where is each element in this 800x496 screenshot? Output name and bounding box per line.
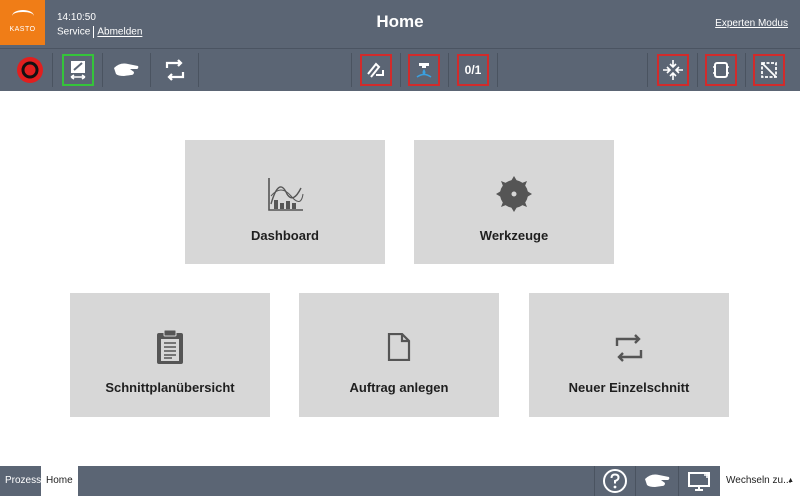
coolant-button[interactable]: [408, 54, 440, 86]
switch-to-dropdown[interactable]: Wechseln zu... ▲: [720, 466, 800, 496]
repeat-icon: [615, 334, 643, 362]
dashboard-chart-icon: [268, 178, 304, 211]
cycle-button[interactable]: [159, 54, 191, 86]
saw-feed-button[interactable]: [360, 54, 392, 86]
stop-icon: [17, 57, 43, 83]
caret-up-icon: ▲: [787, 477, 794, 484]
hand-mode-footer-button[interactable]: [635, 466, 678, 496]
counter-reset-button[interactable]: 0/1: [457, 54, 489, 86]
toolbar-divider: [647, 53, 648, 87]
cycle-icon: [165, 59, 185, 81]
help-icon: [603, 469, 627, 493]
tile-label: Neuer Einzelschnitt: [568, 380, 690, 395]
toolbar-divider: [198, 53, 199, 87]
material-button[interactable]: [705, 54, 737, 86]
counter-reset-icon: 0/1: [464, 63, 482, 77]
page-title: Home: [376, 12, 424, 31]
saw-feed-icon: [367, 62, 384, 78]
tile-label: Schnittplanübersicht: [105, 380, 235, 395]
footer-bar: Prozess Home Wechseln zu... ▲: [0, 466, 800, 496]
tile-neuer-einzelschnitt[interactable]: Neuer Einzelschnitt: [529, 293, 729, 417]
tile-label: Auftrag anlegen: [349, 380, 449, 395]
toolbar: 0/1: [0, 48, 800, 91]
hand-mode-icon: [114, 63, 139, 76]
switch-to-label: Wechseln zu...: [726, 475, 792, 486]
stop-button[interactable]: [14, 54, 46, 86]
clamp-center-icon: [663, 60, 683, 80]
help-button[interactable]: [594, 466, 635, 496]
toolbar-divider: [497, 53, 498, 87]
toolbar-divider: [150, 53, 151, 87]
toolbar-divider: [400, 53, 401, 87]
document-icon: [387, 333, 411, 361]
saw-blade-icon: [496, 176, 532, 212]
expert-mode-link[interactable]: Experten Modus: [715, 18, 788, 29]
header-bar: KASTO 14:10:50 Service Abmelden Home Expe…: [0, 0, 800, 48]
material-icon: [713, 62, 729, 78]
cut-corner-button[interactable]: [753, 54, 785, 86]
hand-mode-button[interactable]: [110, 54, 142, 86]
coolant-icon: [416, 63, 432, 78]
machine-transfer-icon: [70, 61, 86, 80]
monitor-add-icon: [688, 472, 710, 491]
toolbar-divider: [351, 53, 352, 87]
toolbar-divider: [697, 53, 698, 87]
footer-tab-prozess[interactable]: Prozess: [0, 466, 46, 496]
tile-werkzeuge[interactable]: Werkzeuge: [414, 140, 614, 264]
tile-schnittplanuebersicht[interactable]: Schnittplanübersicht: [70, 293, 270, 417]
toolbar-divider: [745, 53, 746, 87]
toolbar-divider: [448, 53, 449, 87]
toolbar-divider: [52, 53, 53, 87]
tile-label: Dashboard: [251, 228, 319, 243]
hand-mode-icon: [645, 474, 670, 487]
toolbar-divider: [102, 53, 103, 87]
machine-transfer-button[interactable]: [62, 54, 94, 86]
tile-auftrag-anlegen[interactable]: Auftrag anlegen: [299, 293, 499, 417]
clamp-center-button[interactable]: [657, 54, 689, 86]
clipboard-icon: [157, 329, 183, 364]
screen-button[interactable]: [678, 466, 721, 496]
tile-label: Werkzeuge: [479, 228, 549, 243]
tile-dashboard[interactable]: Dashboard: [185, 140, 385, 264]
footer-tab-home[interactable]: Home: [41, 466, 78, 496]
cut-corner-icon: [761, 62, 777, 78]
